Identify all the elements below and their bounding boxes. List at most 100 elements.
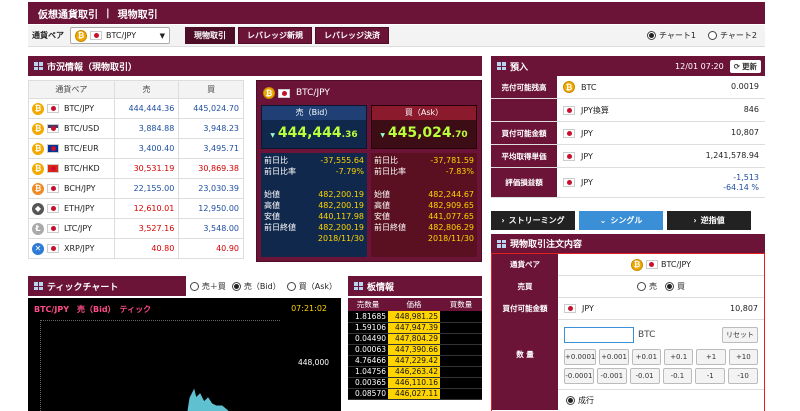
market-row[interactable]: ₿ BTC/EUR 3,400.40 3,495.71 bbox=[28, 138, 244, 159]
market-row[interactable]: ₿ BCH/JPY 22,155.00 23,030.39 bbox=[28, 178, 244, 199]
qty-minus-button[interactable]: -0.001 bbox=[596, 367, 627, 384]
qty-plus-button[interactable]: +1 bbox=[696, 348, 726, 365]
market-row[interactable]: ₿ BTC/HKD 30,531.19 30,869.38 bbox=[28, 158, 244, 179]
market-sell[interactable]: 3,884.88 bbox=[113, 118, 180, 139]
account-label: 評価損益額 bbox=[491, 168, 557, 197]
reset-button[interactable]: リセット bbox=[722, 326, 758, 343]
qty-input[interactable] bbox=[564, 326, 634, 343]
refresh-button[interactable]: ⟳ 更新 bbox=[729, 59, 761, 73]
tab-spot[interactable]: 現物取引 bbox=[185, 27, 235, 44]
account-row: 平均取得単価 JPY 1,241,578.94 bbox=[491, 145, 765, 168]
eu-flag-icon bbox=[47, 144, 59, 153]
exec-market-radio[interactable] bbox=[566, 395, 575, 405]
mode-single[interactable]: ⌄ シングル bbox=[579, 211, 663, 230]
orderbook-title: 板情報 bbox=[367, 282, 395, 293]
jp-flag-icon bbox=[47, 244, 59, 253]
qty-minus-button[interactable]: -0.01 bbox=[629, 367, 660, 384]
orderbook-row[interactable]: 1.59106 447,947.39 bbox=[348, 322, 482, 334]
mode-stop[interactable]: › 逆指値 bbox=[667, 211, 751, 230]
qty-minus-button[interactable]: -0.1 bbox=[662, 367, 693, 384]
mode-single-label: シングル bbox=[610, 216, 643, 225]
quote-stat-row: 始値 482,244.67 bbox=[371, 189, 477, 200]
ob-qty: 1.04756 bbox=[348, 366, 388, 378]
tab-leverage-settle[interactable]: レバレッジ決済 bbox=[315, 27, 389, 44]
tick-radio-bid[interactable] bbox=[231, 281, 241, 291]
market-buy[interactable]: 3,548.00 bbox=[178, 218, 244, 239]
orderbook-row[interactable]: 0.00063 447,390.66 bbox=[348, 344, 482, 356]
orderbook-row[interactable]: 0.04490 447,804.29 bbox=[348, 333, 482, 345]
market-buy[interactable]: 3,948.23 bbox=[178, 118, 244, 139]
tick-option-bid: 売（Bid） bbox=[243, 281, 281, 291]
market-sell[interactable]: 12,610.01 bbox=[113, 198, 180, 219]
market-buy[interactable]: 12,950.00 bbox=[178, 198, 244, 219]
qty-plus-button[interactable]: +10 bbox=[728, 348, 758, 365]
quote-stat-label: 前日比率 bbox=[374, 167, 406, 176]
plus-steps: +0.0001 +0.001 +0.01 +0.1 +1 +10 bbox=[564, 348, 758, 365]
mode-streaming[interactable]: › ストリーミング bbox=[491, 211, 575, 230]
market-buy[interactable]: 3,495.71 bbox=[178, 138, 244, 159]
ask-box[interactable]: 買（Ask） ▼ 445,024.70 bbox=[371, 105, 477, 149]
market-sell[interactable]: 3,400.40 bbox=[113, 138, 180, 159]
market-row[interactable]: ◆ ETH/JPY 12,610.01 12,950.00 bbox=[28, 198, 244, 219]
orderbook-row[interactable]: 4.76466 447,229.42 bbox=[348, 355, 482, 367]
market-buy[interactable]: 40.90 bbox=[178, 238, 244, 259]
qty-minus-button[interactable]: -1 bbox=[695, 367, 726, 384]
market-sell[interactable]: 444,444.36 bbox=[113, 98, 180, 119]
tick-radio-both[interactable] bbox=[189, 281, 199, 291]
bid-box[interactable]: 売（Bid） ▼ 444,444.36 bbox=[261, 105, 367, 149]
chevron-down-icon: ▼ bbox=[159, 31, 165, 40]
market-table: 通貨ペア 売 買 ₿ BTC/JPY 444,444.36 445,024.70… bbox=[28, 80, 244, 259]
bitcoin-icon: ₿ bbox=[263, 87, 275, 99]
qty-plus-button[interactable]: +0.01 bbox=[631, 348, 662, 365]
orderbook-row[interactable]: 1.81685 448,981.25 bbox=[348, 311, 482, 323]
bid-label: 売（Bid） bbox=[262, 106, 366, 120]
ob-price: 447,804.29 bbox=[388, 333, 440, 345]
qty-minus-button[interactable]: -10 bbox=[728, 367, 758, 384]
japan-flag-icon bbox=[563, 151, 575, 161]
japan-flag-icon bbox=[278, 88, 290, 98]
market-sell[interactable]: 22,155.00 bbox=[113, 178, 180, 199]
market-row[interactable]: ✕ XRP/JPY 40.80 40.90 bbox=[28, 238, 244, 259]
ob-price: 446,027.11 bbox=[388, 388, 440, 400]
market-sell[interactable]: 3,527.16 bbox=[113, 218, 180, 239]
quote-stat-value: -7.79% bbox=[335, 167, 364, 176]
orderbook-row[interactable]: 0.00365 446,110.16 bbox=[348, 377, 482, 389]
orderbook-row[interactable]: 1.04756 446,263.42 bbox=[348, 366, 482, 378]
orderbook-row[interactable]: 0.08570 446,027.11 bbox=[348, 388, 482, 400]
mode-stop-label: 逆指値 bbox=[700, 216, 725, 225]
account-value: -1,513 bbox=[733, 172, 759, 182]
qty-minus-button[interactable]: -0.0001 bbox=[564, 367, 594, 384]
jp-flag-icon bbox=[47, 184, 59, 193]
qty-plus-button[interactable]: +0.1 bbox=[664, 348, 694, 365]
market-row[interactable]: ₿ BTC/JPY 444,444.36 445,024.70 bbox=[28, 98, 244, 119]
grid-icon bbox=[497, 62, 506, 70]
market-row[interactable]: ₿ BTC/USD 3,884.88 3,948.23 bbox=[28, 118, 244, 139]
chart1-radio[interactable] bbox=[646, 31, 656, 40]
quote-stat-row: 前日比率 -7.83% bbox=[371, 166, 477, 177]
account-label: 平均取得単価 bbox=[491, 145, 557, 167]
pair-select[interactable]: ₿ BTC/JPY ▼ bbox=[70, 27, 170, 44]
quote-stat-row: 前日比 -37,781.59 bbox=[371, 155, 477, 166]
qty-plus-button[interactable]: +0.001 bbox=[599, 348, 629, 365]
tick-radio-ask[interactable] bbox=[286, 281, 296, 291]
market-title: 市況情報（現物取引） bbox=[47, 62, 138, 73]
orderbook-header: 板情報 bbox=[348, 276, 482, 296]
tab-leverage-new[interactable]: レバレッジ新規 bbox=[238, 27, 312, 44]
quote-stat-value: -37,781.59 bbox=[430, 156, 474, 165]
side-sell-radio[interactable] bbox=[637, 282, 646, 291]
market-row[interactable]: Ł LTC/JPY 3,527.16 3,548.00 bbox=[28, 218, 244, 239]
market-buy[interactable]: 30,869.38 bbox=[178, 158, 244, 179]
mode-tabs: › ストリーミング ⌄ シングル › 逆指値 bbox=[491, 211, 765, 230]
pair-select-value: BTC/JPY bbox=[106, 31, 137, 40]
market-buy[interactable]: 23,030.39 bbox=[178, 178, 244, 199]
side-buy-radio[interactable] bbox=[665, 282, 674, 291]
market-sell[interactable]: 30,531.19 bbox=[113, 158, 180, 179]
market-sell[interactable]: 40.80 bbox=[113, 238, 180, 259]
account-value: 1,241,578.94 bbox=[705, 151, 759, 160]
chart2-radio[interactable] bbox=[707, 31, 717, 40]
japan-flag-icon bbox=[563, 178, 575, 187]
qty-plus-button[interactable]: +0.0001 bbox=[564, 348, 597, 365]
market-buy[interactable]: 445,024.70 bbox=[178, 98, 244, 119]
breadcrumb-page: 現物取引 bbox=[117, 9, 158, 21]
market-pair: LTC/JPY bbox=[64, 224, 92, 233]
